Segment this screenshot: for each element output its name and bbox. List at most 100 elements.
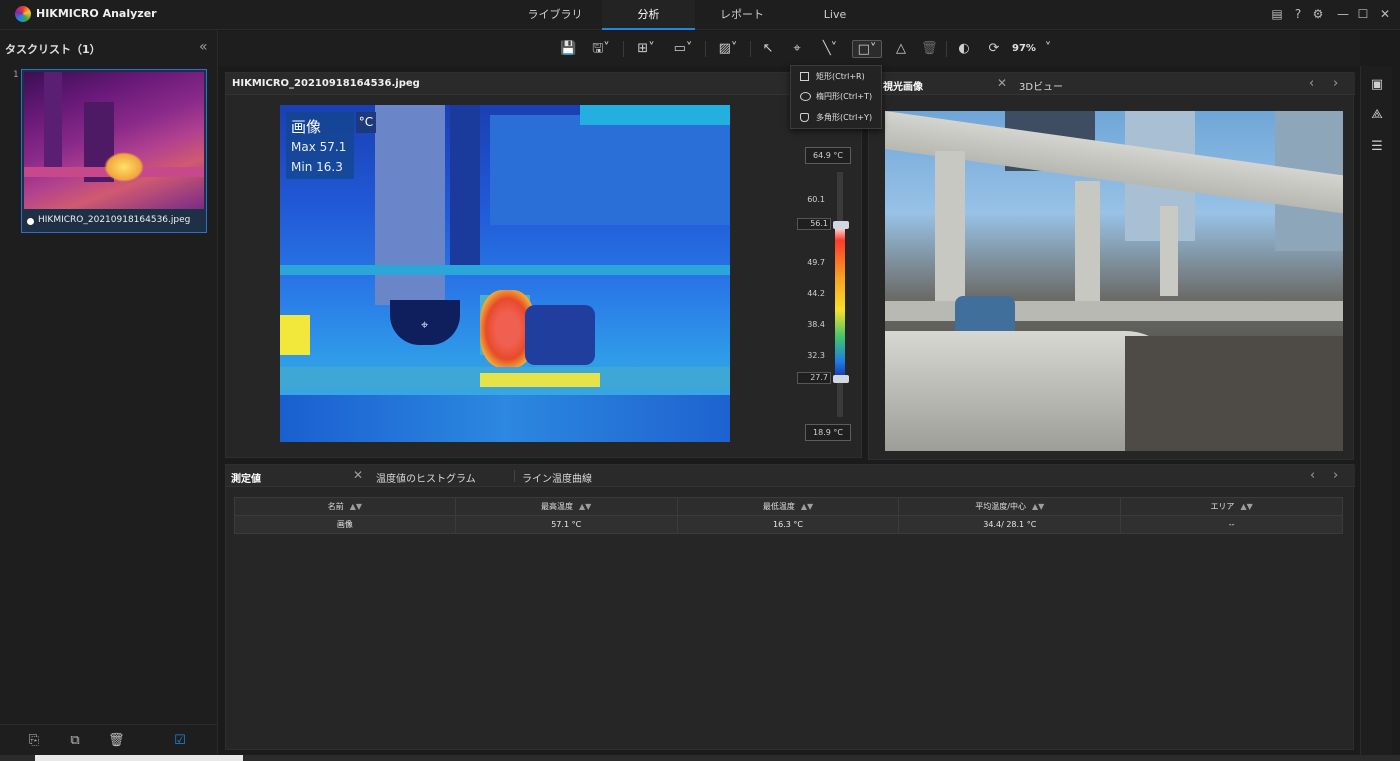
view-icon[interactable]: ▭˅ [670, 40, 696, 58]
save-icon[interactable]: 💾 [560, 40, 576, 58]
table-row[interactable]: 画像 57.1 °C 16.3 °C 34.4/ 28.1 °C -- [234, 515, 1343, 534]
contrast-icon[interactable]: ◐ [956, 40, 972, 58]
task-item[interactable]: HIKMICRO_20210918164536.jpeg [21, 69, 207, 233]
measurement-overlay: 画像 Max 57.1 Min 16.3 [286, 112, 354, 179]
import-icon[interactable]: ⎘ [26, 733, 42, 749]
column-avg-temp[interactable]: 平均温度/中心 ▲▼ [898, 497, 1122, 516]
chevron-left-icon[interactable]: ‹ [1310, 468, 1315, 483]
column-name[interactable]: 名前 ▲▼ [234, 497, 456, 516]
menu-item-polygon[interactable]: 多角形(Ctrl+Y) [791, 108, 883, 128]
cell-name: 画像 [234, 515, 456, 534]
minimize-icon[interactable]: — [1336, 7, 1350, 21]
zoom-dropdown-icon[interactable]: ˅ [1042, 40, 1054, 58]
maximize-icon[interactable]: ☐ [1356, 7, 1370, 21]
overlay-title: 画像 [291, 118, 322, 136]
menu-item-rectangle[interactable]: 矩形(Ctrl+R) [791, 67, 883, 87]
menu-item-ellipse[interactable]: 楕円形(Ctrl+T) [791, 87, 883, 107]
task-status-dot [27, 218, 34, 225]
taskbar-search[interactable] [35, 755, 243, 761]
trash-icon[interactable]: 🗑 [108, 733, 125, 749]
scale-min-value[interactable]: 18.9 °C [805, 424, 851, 441]
tab-report[interactable]: レポート [698, 0, 786, 30]
thermal-image[interactable]: 画像 Max 57.1 Min 16.3 °C ⌖ [280, 105, 730, 442]
ellipse-icon [800, 92, 811, 101]
sort-icon[interactable]: ▲▼ [1240, 502, 1252, 511]
sidebar-actions: ⎘ ⧉ 🗑 ☑ [0, 724, 218, 754]
tab-histogram[interactable]: 温度値のヒストグラム [376, 470, 476, 485]
tab-library[interactable]: ライブラリ [511, 0, 599, 30]
cell-avg-temp: 34.4/ 28.1 °C [898, 515, 1122, 534]
task-thumbnail [24, 72, 204, 209]
measurement-panel: 測定値 ✕ 温度値のヒストグラム ライン温度曲線 ‹ › 名前 ▲▼ 最高温度 ▲▼… [225, 464, 1355, 750]
measurement-table: 名前 ▲▼ 最高温度 ▲▼ 最低温度 ▲▼ 平均温度/中心 ▲▼ エリア ▲▼ 画像 57… [234, 497, 1343, 534]
app-title: HIKMICRO Analyzer [36, 7, 157, 20]
zoom-value: 97% [1012, 43, 1036, 54]
palette-bar [835, 225, 845, 380]
list-icon[interactable]: ☰ [1369, 138, 1385, 156]
layout-icon[interactable]: ⊞˅ [633, 40, 659, 58]
cell-area: -- [1120, 515, 1343, 534]
point-tool-icon[interactable]: ⌖ [789, 40, 805, 58]
line-tool-icon[interactable]: ╲˅ [817, 40, 843, 58]
visible-image-panel: 視光画像 ✕ 3Dビュー ‹ › [868, 72, 1355, 460]
copy-icon[interactable]: ⧉ [67, 733, 83, 749]
cell-max-temp: 57.1 °C [454, 515, 678, 534]
min-point-crosshair-icon: ⌖ [421, 318, 429, 333]
column-min-temp[interactable]: 最低温度 ▲▼ [676, 497, 900, 516]
tab-live[interactable]: Live [790, 0, 880, 30]
thermal-tab[interactable]: HIKMICRO_20210918164536.jpeg [226, 73, 863, 95]
overlay-min: Min 16.3 [291, 160, 343, 174]
image-adjust-icon[interactable]: ▨˅ [715, 40, 741, 58]
measurement-tabbar: 測定値 ✕ 温度値のヒストグラム ライン温度曲線 ‹ › [226, 465, 1355, 487]
help-icon[interactable]: ? [1291, 7, 1305, 21]
scale-lower-handle[interactable] [833, 375, 849, 383]
tab-analysis[interactable]: 分析 [602, 0, 695, 30]
pointer-icon[interactable]: ↖ [760, 40, 776, 58]
delete-tool-icon[interactable]: 🗑 [921, 40, 938, 58]
close-icon[interactable]: ✕ [1378, 7, 1392, 21]
column-max-temp[interactable]: 最高温度 ▲▼ [454, 497, 678, 516]
notes-icon[interactable]: ▤ [1270, 7, 1284, 21]
scale-tick: 32.3 [807, 351, 825, 360]
gear-icon[interactable]: ⚙ [1311, 7, 1325, 21]
table-header-row: 名前 ▲▼ 最高温度 ▲▼ 最低温度 ▲▼ 平均温度/中心 ▲▼ エリア ▲▼ [234, 497, 1343, 516]
rectangle-tool-icon[interactable]: □˅ [852, 40, 882, 58]
layers-icon[interactable]: ⟁ [1369, 106, 1385, 124]
sort-icon[interactable]: ▲▼ [801, 502, 813, 511]
rotate-icon[interactable]: ⟳ [985, 40, 1003, 58]
scale-tick: 44.2 [807, 289, 825, 298]
collapse-icon[interactable]: « [199, 39, 208, 55]
temperature-unit: °C [356, 112, 376, 133]
color-scale: 64.9 °C 60.1 56.1 49.7 44.2 38.4 32.3 27… [789, 140, 854, 450]
sort-icon[interactable]: ▲▼ [579, 502, 591, 511]
save-as-icon[interactable]: 🖫˅ [588, 40, 614, 58]
tab-3d-view[interactable]: 3Dビュー [1019, 78, 1063, 93]
scale-tick: 49.7 [807, 258, 825, 267]
image-icon[interactable]: ▣ [1369, 76, 1385, 94]
tab-line-curve[interactable]: ライン温度曲線 [522, 470, 592, 485]
scale-max-value[interactable]: 64.9 °C [805, 147, 851, 164]
chevron-right-icon[interactable]: › [1333, 468, 1338, 483]
app-logo-icon [15, 6, 31, 22]
scale-upper-handle[interactable] [833, 221, 849, 229]
shape-dropdown-menu: 矩形(Ctrl+R) 楕円形(Ctrl+T) 多角形(Ctrl+Y) [790, 65, 882, 129]
sort-icon[interactable]: ▲▼ [350, 502, 362, 511]
thermal-panel: HIKMICRO_20210918164536.jpeg 画像 Max 57.1… [225, 72, 863, 458]
right-toolbar: ▣ ⟁ ☰ [1360, 66, 1392, 756]
chevron-right-icon[interactable]: › [1333, 76, 1338, 91]
task-filename: HIKMICRO_20210918164536.jpeg [38, 215, 191, 225]
polygon-icon [800, 113, 809, 122]
close-tab-icon[interactable]: ✕ [353, 468, 363, 482]
scale-upper-mark: 56.1 [797, 218, 831, 230]
tab-visible-image[interactable]: 視光画像 [883, 78, 923, 93]
close-tab-icon[interactable]: ✕ [997, 76, 1007, 90]
column-area[interactable]: エリア ▲▼ [1120, 497, 1343, 516]
task-index: 1 [13, 70, 19, 80]
triangle-tool-icon[interactable]: △ [893, 40, 909, 58]
sort-icon[interactable]: ▲▼ [1032, 502, 1044, 511]
select-all-icon[interactable]: ☑ [172, 733, 188, 749]
tab-measurements[interactable]: 測定値 [231, 470, 261, 485]
chevron-left-icon[interactable]: ‹ [1309, 76, 1314, 91]
scale-tick: 38.4 [807, 320, 825, 329]
visible-photo[interactable] [885, 111, 1343, 451]
